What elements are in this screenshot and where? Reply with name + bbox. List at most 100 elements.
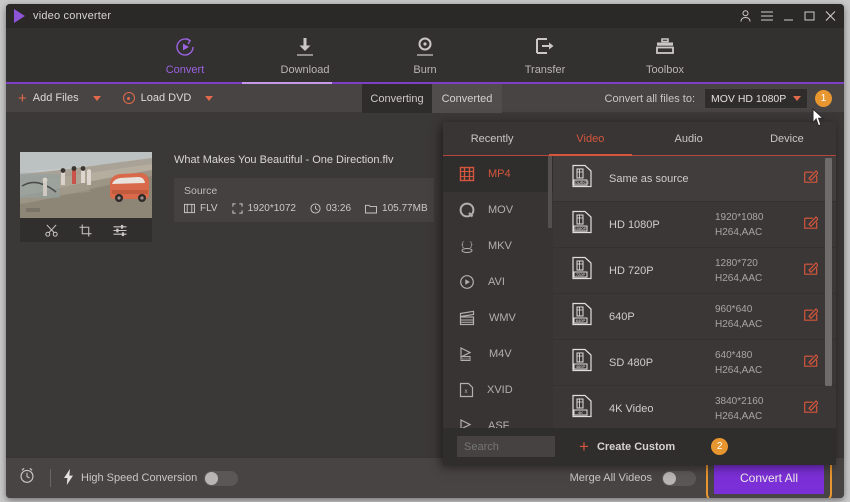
- preset-codec: H264,AAC: [715, 364, 763, 376]
- svg-text:{ }: { }: [461, 241, 474, 249]
- format-item-mkv[interactable]: { } MKV: [443, 228, 553, 264]
- alarm-clock-icon[interactable]: [18, 466, 36, 490]
- svg-text:480P: 480P: [576, 364, 586, 369]
- search-input[interactable]: [457, 436, 555, 457]
- preset-resolution: 1920*1080: [715, 211, 764, 223]
- nav-item-convert[interactable]: Convert: [150, 34, 220, 76]
- source-format: FLV: [184, 203, 218, 214]
- panel-tab-video[interactable]: Video: [541, 122, 639, 156]
- step-badge-1: 1: [815, 90, 832, 107]
- format-item-wmv[interactable]: WMV: [443, 300, 553, 336]
- nav-label-toolbox: Toolbox: [646, 64, 684, 76]
- format-item-avi[interactable]: AVI: [443, 264, 553, 300]
- preset-edit-icon[interactable]: [804, 399, 822, 418]
- account-icon[interactable]: [740, 10, 751, 22]
- trim-icon[interactable]: [44, 224, 58, 237]
- asf-icon: [460, 419, 472, 428]
- clock-icon: [310, 203, 321, 214]
- burn-icon: [390, 34, 460, 60]
- app-window: video converter Convert Download Burn Tr…: [6, 4, 844, 498]
- menu-icon[interactable]: [761, 11, 773, 21]
- source-duration: 03:26: [310, 203, 351, 214]
- format-item-m4v[interactable]: M4V M4V: [443, 336, 553, 372]
- nav-item-burn[interactable]: Burn: [390, 34, 460, 76]
- crop-icon[interactable]: [79, 223, 92, 237]
- add-files-label: Add Files: [32, 92, 79, 104]
- preset-row-4k-video[interactable]: 4K 4K Video 3840*2160 H264,AAC: [553, 386, 836, 428]
- maximize-button[interactable]: [804, 11, 815, 21]
- plus-icon: +: [579, 437, 589, 456]
- minimize-button[interactable]: [783, 11, 794, 21]
- format-dropdown-panel: Recently Video Audio Device MP4 MOV { } …: [443, 122, 836, 465]
- preset-row-640p[interactable]: 640P 640P 960*640 H264,AAC: [553, 294, 836, 340]
- panel-tab-recently[interactable]: Recently: [443, 122, 541, 155]
- load-dvd-dropdown-caret-icon[interactable]: [205, 95, 214, 101]
- merge-all-videos-label: Merge All Videos: [569, 472, 652, 484]
- load-dvd-button[interactable]: Load DVD: [122, 92, 192, 104]
- preset-row-same-as-source[interactable]: SOURCE Same as source: [553, 156, 836, 202]
- load-dvd-label: Load DVD: [140, 92, 192, 104]
- format-item-mp4[interactable]: MP4: [443, 156, 553, 192]
- preset-meta: 640*480 H264,AAC: [715, 348, 804, 378]
- svg-text:x: x: [465, 389, 468, 395]
- preset-list-scrollbar[interactable]: [825, 158, 832, 386]
- preset-list: SOURCE Same as source 1080P HD 1080P 192…: [553, 156, 836, 428]
- title-bar: video converter: [6, 4, 844, 28]
- mkv-icon: { }: [461, 241, 474, 253]
- format-item-asf[interactable]: ASF: [443, 408, 553, 428]
- convert-icon: [150, 34, 220, 60]
- preset-codec: H264,AAC: [715, 410, 763, 422]
- merge-all-videos-toggle[interactable]: [662, 470, 696, 486]
- convert-all-format-select[interactable]: MOV HD 1080P: [704, 88, 808, 109]
- effect-icon[interactable]: [113, 224, 127, 237]
- preset-meta: 1280*720 H264,AAC: [715, 256, 804, 286]
- preset-edit-icon[interactable]: [804, 169, 822, 188]
- preset-edit-icon[interactable]: [804, 353, 822, 372]
- add-files-button[interactable]: + Add Files: [18, 91, 79, 106]
- nav-item-download[interactable]: Download: [270, 34, 340, 76]
- format-item-mov[interactable]: MOV: [443, 192, 553, 228]
- main-nav: Convert Download Burn Transfer Toolbox: [6, 28, 844, 84]
- nav-item-transfer[interactable]: Transfer: [510, 34, 580, 76]
- preset-name: SD 480P: [609, 356, 654, 369]
- preset-name: HD 1080P: [609, 218, 660, 231]
- preset-resolution: 960*640: [715, 303, 753, 315]
- wmv-icon: [459, 310, 475, 326]
- preset-badge-icon: 4K: [571, 394, 597, 423]
- preset-name: 4K Video: [609, 402, 654, 415]
- format-list-scrollbar[interactable]: [548, 156, 552, 228]
- preset-resolution: 3840*2160: [715, 395, 764, 407]
- tab-converting[interactable]: Converting: [362, 84, 432, 113]
- xvid-icon: x: [459, 382, 474, 398]
- tab-converted[interactable]: Converted: [432, 84, 502, 113]
- panel-tab-audio[interactable]: Audio: [640, 122, 738, 155]
- preset-badge-icon: 720P: [571, 256, 597, 285]
- format-panel-footer: + Create Custom 2: [443, 428, 836, 465]
- chevron-down-icon: [793, 96, 801, 101]
- lightning-icon: [63, 468, 74, 488]
- convert-all-button[interactable]: Convert All: [714, 462, 824, 494]
- svg-text:M4V: M4V: [462, 357, 470, 361]
- preset-row-hd-1080p[interactable]: 1080P HD 1080P 1920*1080 H264,AAC: [553, 202, 836, 248]
- high-speed-conversion-toggle[interactable]: [204, 470, 239, 486]
- file-thumbnail-group: [20, 152, 152, 242]
- nav-item-toolbox[interactable]: Toolbox: [630, 34, 700, 76]
- close-button[interactable]: [825, 11, 836, 21]
- file-tools: [20, 218, 152, 242]
- source-resolution: 1920*1072: [232, 203, 296, 214]
- preset-badge-icon: 1080P: [571, 210, 597, 239]
- preset-resolution: 1280*720: [715, 257, 758, 269]
- app-title: video converter: [33, 10, 112, 22]
- preset-row-hd-720p[interactable]: 720P HD 720P 1280*720 H264,AAC: [553, 248, 836, 294]
- preset-edit-icon[interactable]: [804, 307, 822, 326]
- add-files-dropdown-caret-icon[interactable]: [92, 95, 101, 101]
- preset-edit-icon[interactable]: [804, 215, 822, 234]
- resolution-icon: [232, 203, 243, 214]
- preset-badge-icon: 640P: [571, 302, 597, 331]
- avi-icon: [460, 275, 474, 289]
- format-item-xvid[interactable]: x XVID: [443, 372, 553, 408]
- create-custom-button[interactable]: + Create Custom: [579, 438, 675, 455]
- preset-row-sd-480p[interactable]: 480P SD 480P 640*480 H264,AAC: [553, 340, 836, 386]
- preset-resolution: 640*480: [715, 349, 753, 361]
- preset-edit-icon[interactable]: [804, 261, 822, 280]
